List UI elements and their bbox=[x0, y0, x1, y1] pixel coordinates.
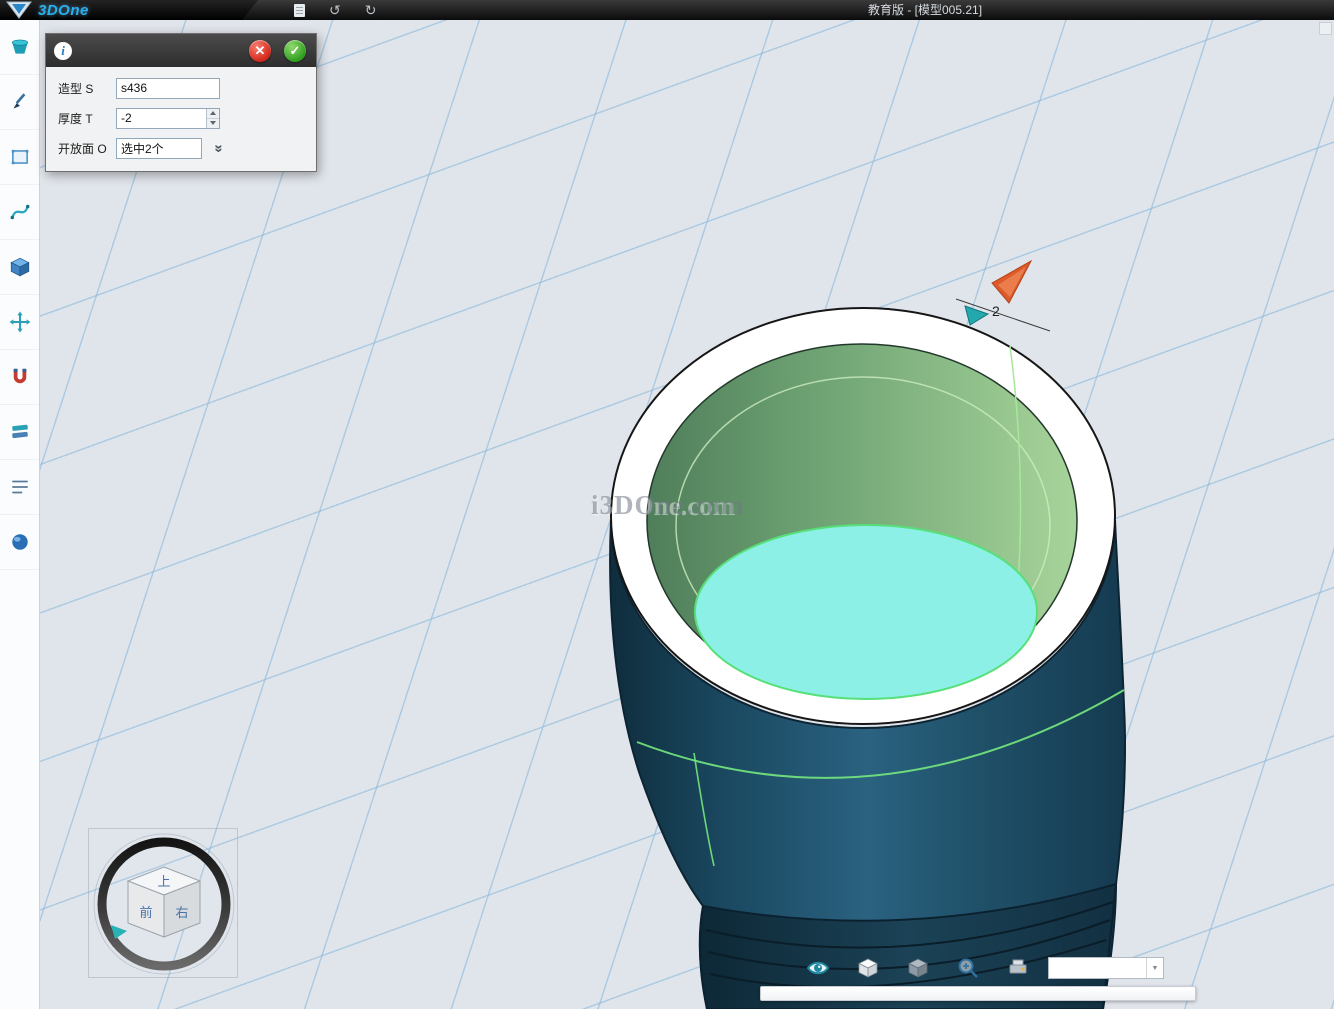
shaded-view-icon[interactable] bbox=[856, 956, 880, 980]
window-title: 教育版 - [模型005.21] bbox=[868, 0, 982, 20]
render-tool[interactable] bbox=[0, 515, 39, 570]
transform-tool[interactable] bbox=[0, 295, 39, 350]
dialog-header: i ✕ ✓ bbox=[46, 34, 316, 67]
app-menu-logo[interactable]: 3DOne bbox=[0, 0, 258, 20]
info-icon[interactable]: i bbox=[54, 42, 72, 60]
dropdown-arrow-icon[interactable]: ▼ bbox=[1146, 958, 1163, 978]
shell-parameters-dialog: i ✕ ✓ 造型 S 厚度 T 开放面 O » bbox=[45, 33, 317, 172]
bottom-scrollbar[interactable] bbox=[760, 986, 1196, 1001]
thickness-drag-value: 2 bbox=[992, 303, 1000, 319]
curve-tool[interactable] bbox=[0, 185, 39, 240]
thickness-spinner bbox=[206, 109, 219, 128]
solid-primitive-icon bbox=[9, 36, 31, 58]
sketch-tool[interactable] bbox=[0, 130, 39, 185]
measure-tool[interactable] bbox=[0, 460, 39, 515]
open-floor-face[interactable] bbox=[695, 525, 1037, 699]
view-cube-widget[interactable]: 上 前 右 bbox=[88, 828, 238, 978]
new-document-icon[interactable] bbox=[294, 4, 305, 17]
undo-icon[interactable]: ↺ bbox=[329, 3, 341, 17]
sketch-plane-icon bbox=[9, 146, 31, 168]
paint-tool[interactable] bbox=[0, 75, 39, 130]
expand-selection-button[interactable]: » bbox=[209, 139, 229, 157]
field-row-open-faces: 开放面 O » bbox=[58, 137, 316, 159]
double-chevron-down-icon: » bbox=[212, 144, 227, 152]
confirm-button[interactable]: ✓ bbox=[284, 40, 306, 62]
view-preset-dropdown[interactable]: ▼ bbox=[1048, 957, 1164, 979]
orientation-cube[interactable]: 上 前 右 bbox=[128, 867, 200, 937]
curve-icon bbox=[9, 201, 31, 223]
spinner-down-button[interactable] bbox=[207, 119, 219, 128]
feature-tool[interactable] bbox=[0, 240, 39, 295]
field-row-thickness: 厚度 T bbox=[58, 107, 316, 129]
cube-face-top-label: 上 bbox=[157, 874, 170, 889]
spinner-up-button[interactable] bbox=[207, 109, 219, 119]
shape-field-label: 造型 S bbox=[58, 80, 116, 97]
dropdown-value bbox=[1049, 958, 1146, 978]
cube-face-front-label: 前 bbox=[139, 905, 152, 920]
thickness-field-label: 厚度 T bbox=[58, 110, 116, 127]
app-logo-icon bbox=[6, 1, 32, 19]
move-arrows-icon bbox=[9, 311, 31, 333]
measure-lines-icon bbox=[9, 476, 31, 498]
magnet-icon bbox=[9, 366, 31, 388]
left-toolbar bbox=[0, 20, 40, 1009]
shape-input[interactable] bbox=[116, 78, 220, 99]
view-cube-canvas: 上 前 右 bbox=[89, 829, 239, 979]
combine-tool[interactable] bbox=[0, 405, 39, 460]
cancel-button[interactable]: ✕ bbox=[249, 40, 271, 62]
wireframe-view-icon[interactable] bbox=[906, 956, 930, 980]
constraint-tool[interactable] bbox=[0, 350, 39, 405]
redo-icon[interactable]: ↻ bbox=[365, 3, 377, 17]
dialog-body: 造型 S 厚度 T 开放面 O » bbox=[46, 67, 316, 171]
visibility-eye-icon[interactable] bbox=[806, 956, 830, 980]
stacked-books-icon bbox=[9, 421, 31, 443]
solid-primitive-tool[interactable] bbox=[0, 20, 39, 75]
cube-feature-icon bbox=[9, 256, 31, 278]
bottom-toolbar bbox=[806, 956, 1030, 980]
cube-face-right-label: 右 bbox=[175, 905, 188, 920]
field-row-shape: 造型 S bbox=[58, 77, 316, 99]
brush-icon bbox=[9, 91, 31, 113]
title-bar: 3DOne ↺ ↻ 教育版 - [模型005.21] bbox=[0, 0, 1334, 20]
open-faces-field-label: 开放面 O bbox=[58, 140, 116, 157]
zoom-icon[interactable] bbox=[956, 956, 980, 980]
sphere-icon bbox=[9, 531, 31, 553]
thickness-input[interactable] bbox=[116, 108, 220, 129]
app-logo-text: 3DOne bbox=[38, 2, 89, 19]
render-output-icon[interactable] bbox=[1006, 956, 1030, 980]
viewport-scroll-corner[interactable] bbox=[1319, 22, 1332, 35]
open-faces-input[interactable] bbox=[116, 138, 202, 159]
